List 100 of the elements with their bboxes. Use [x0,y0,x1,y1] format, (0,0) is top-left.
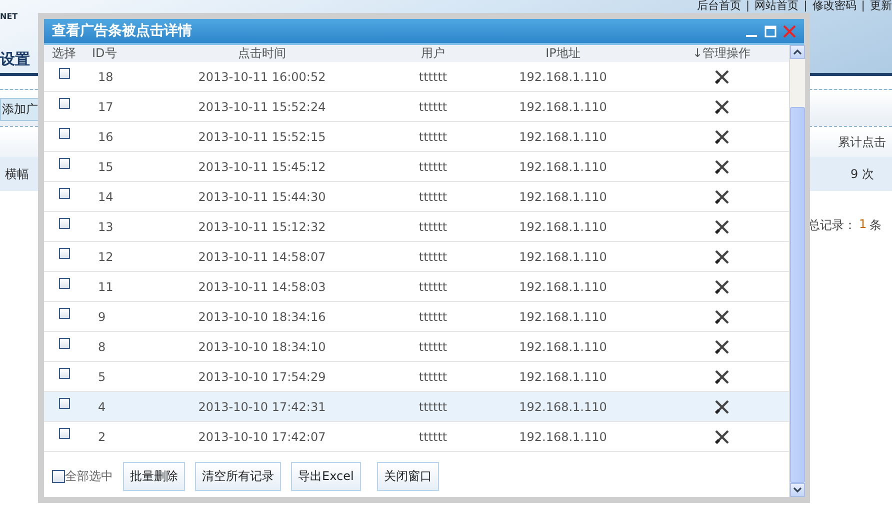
row-checkbox[interactable] [58,248,70,259]
table-cell-text: tttttt [418,100,448,114]
table-cell-text: 192.168.1.110 [518,310,608,324]
delete-icon[interactable] [714,430,728,444]
table-cell: 9 次 [850,166,874,182]
table-cell-text: 2013-10-11 16:00:52 [197,70,327,84]
column-header: IP地址 [544,45,582,62]
select-all-checkbox[interactable] [52,470,65,483]
table-cell-text: 2013-10-10 17:54:29 [197,370,327,384]
table-cell-text: 2013-10-11 15:52:24 [197,100,327,114]
table-cell-text: 15 [97,160,114,174]
section-title: 设置 [0,50,30,69]
delete-icon[interactable] [714,250,728,264]
table-cell-text: tttttt [418,430,448,444]
top-link[interactable]: 后台首页 [696,0,741,12]
close-window-button[interactable]: 关闭窗口 [376,462,439,491]
row-checkbox[interactable] [58,188,70,199]
delete-icon[interactable] [714,310,728,324]
link-separator: | [746,0,750,12]
table-cell-text: 2013-10-11 15:44:30 [197,190,327,204]
delete-icon[interactable] [714,70,728,84]
column-header: 用户 [420,45,446,62]
table-cell-text: 16 [97,130,114,144]
row-checkbox[interactable] [58,158,70,169]
table-cell-text: tttttt [418,130,448,144]
table-cell-text: 192.168.1.110 [518,70,608,84]
top-link[interactable]: 更新 [870,0,892,12]
row-checkbox[interactable] [58,68,70,79]
scroll-down-icon[interactable] [790,483,805,497]
table-cell-text: tttttt [418,160,448,174]
table-cell-text: 192.168.1.110 [518,430,608,444]
table-cell-text: 192.168.1.110 [518,160,608,174]
table-cell-text: tttttt [418,220,448,234]
batch-delete-button[interactable]: 批量删除 [123,462,185,491]
row-checkbox[interactable] [58,308,70,319]
delete-icon[interactable] [714,190,728,204]
scroll-thumb[interactable] [790,107,805,483]
table-cell-text: 192.168.1.110 [518,370,608,384]
table-cell-text: 11 [97,280,114,294]
delete-icon[interactable] [714,370,728,384]
delete-icon[interactable] [714,340,728,354]
table-cell-text: 2013-10-10 17:42:31 [197,400,327,414]
table-cell-text: 14 [97,190,114,204]
table-cell-text: tttttt [418,400,448,414]
row-checkbox[interactable] [58,398,70,409]
table-cell-text: 5 [97,370,107,384]
table-cell-text: 192.168.1.110 [518,220,608,234]
logo-text: NET [0,12,18,21]
scroll-up-icon[interactable] [790,45,805,59]
table-cell-text: 9 [97,310,107,324]
row-checkbox[interactable] [58,338,70,349]
delete-icon[interactable] [714,400,728,414]
link-separator: | [861,0,865,12]
column-header: 点击时间 [237,45,287,62]
table-cell-text: 2013-10-11 15:45:12 [197,160,327,174]
table-cell-text: tttttt [418,340,448,354]
scrollbar[interactable] [789,45,805,497]
table-cell-text: 12 [97,250,114,264]
table-cell-text: 2013-10-11 14:58:03 [197,280,327,294]
table-cell-text: tttttt [418,370,448,384]
table-cell-text: 8 [97,340,107,354]
maximize-icon[interactable] [764,24,777,38]
column-header: ID号 [91,45,118,62]
table-cell-text: 2013-10-10 17:42:07 [197,430,327,444]
table-cell-text: 2013-10-10 18:34:16 [197,310,327,324]
total-unit: 条 [870,217,882,234]
table-cell-text: tttttt [418,310,448,324]
row-checkbox[interactable] [58,278,70,289]
delete-icon[interactable] [714,130,728,144]
select-all-label: 全部选中 [65,468,113,485]
total-count: 1 [859,217,867,233]
table-cell-text: 192.168.1.110 [518,250,608,264]
delete-icon[interactable] [714,160,728,174]
delete-icon[interactable] [714,100,728,114]
top-link[interactable]: 网站首页 [754,0,799,12]
delete-icon[interactable] [714,280,728,294]
table-cell-text: 17 [97,100,114,114]
table-cell-text: 2013-10-11 14:58:07 [197,250,327,264]
column-header: 累计点击 [838,134,886,150]
row-checkbox[interactable] [58,428,70,439]
table-cell-text: 2 [97,430,107,444]
add-ad-button[interactable]: 添加广 [0,98,38,121]
column-header: 选择 [51,45,77,62]
table-cell-text: 192.168.1.110 [518,400,608,414]
row-checkbox[interactable] [58,368,70,379]
dialog-title: 查看广告条被点击详情 [52,22,193,40]
row-checkbox[interactable] [58,98,70,109]
table-cell-text: tttttt [418,280,448,294]
delete-icon[interactable] [714,220,728,234]
table-cell-text: 192.168.1.110 [518,190,608,204]
table-cell-text: 2013-10-11 15:52:15 [197,130,327,144]
export-excel-button[interactable]: 导出Excel [291,462,361,491]
table-cell-text: 2013-10-10 18:34:10 [197,340,327,354]
table-cell-text: 4 [97,400,107,414]
row-checkbox[interactable] [58,218,70,229]
clear-records-button[interactable]: 清空所有记录 [195,462,281,491]
row-checkbox[interactable] [58,128,70,139]
table-cell-text: 192.168.1.110 [518,340,608,354]
top-link[interactable]: 修改密码 [812,0,856,12]
table-cell-text: tttttt [418,70,448,84]
